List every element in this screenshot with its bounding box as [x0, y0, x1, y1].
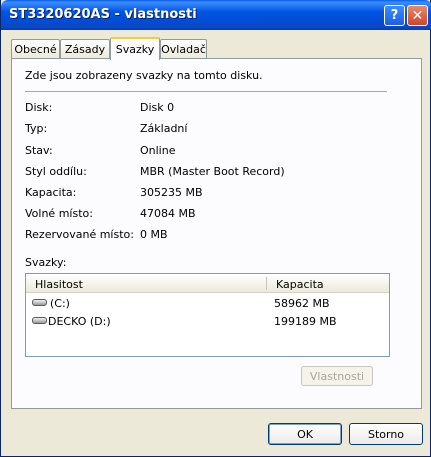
properties-dialog: ST3320620AS - vlastnosti ? ✕ Obecné Zása…: [0, 0, 431, 457]
column-divider[interactable]: [266, 277, 267, 290]
volumes-label: Svazky:: [25, 256, 67, 269]
type-label: Typ:: [25, 122, 48, 135]
ok-button[interactable]: OK: [268, 423, 342, 445]
capacity-label: Kapacita:: [25, 186, 77, 199]
tab-driver[interactable]: Ovladač: [160, 39, 207, 59]
tab-policies[interactable]: Zásady: [60, 39, 110, 59]
volumes-list[interactable]: Hlasitost Kapacita (C:) 58962 MB DECKO (…: [25, 273, 390, 357]
status-label: Stav:: [25, 144, 53, 157]
partition-style-label: Styl oddílu:: [25, 165, 87, 178]
free-space-label: Volné místo:: [25, 207, 93, 220]
list-item[interactable]: DECKO (D:) 199189 MB: [26, 312, 389, 330]
column-capacity[interactable]: Kapacita: [276, 278, 324, 291]
tab-volumes[interactable]: Svazky: [110, 37, 160, 60]
volume-name: DECKO (D:): [48, 315, 111, 328]
list-item[interactable]: (C:) 58962 MB: [26, 294, 389, 312]
intro-text: Zde jsou zobrazeny svazky na tomto disku…: [25, 69, 263, 82]
button-label: Vlastnosti: [309, 369, 365, 383]
type-value: Základní: [140, 122, 188, 135]
partition-style-value: MBR (Master Boot Record): [140, 165, 285, 178]
button-label: OK: [297, 427, 313, 441]
close-icon: ✕: [411, 7, 424, 24]
volume-properties-button[interactable]: Vlastnosti: [301, 366, 373, 386]
status-value: Online: [140, 144, 176, 157]
tab-label: Zásady: [64, 43, 106, 56]
tab-label: Svazky: [115, 43, 155, 56]
title-bar[interactable]: ST3320620AS - vlastnosti ? ✕: [1, 0, 431, 30]
help-button[interactable]: ?: [384, 5, 405, 26]
list-header: Hlasitost Kapacita: [26, 274, 389, 293]
window-title: ST3320620AS - vlastnosti: [9, 7, 197, 22]
separator: [25, 91, 387, 92]
close-button[interactable]: ✕: [407, 5, 428, 26]
volume-capacity: 58962 MB: [274, 297, 330, 310]
reserved-space-value: 0 MB: [140, 228, 168, 241]
button-label: Storno: [367, 427, 405, 441]
column-volume[interactable]: Hlasitost: [35, 278, 83, 291]
drive-icon: [32, 299, 47, 306]
volume-name: (C:): [50, 297, 70, 310]
tab-label: Obecné: [14, 43, 57, 56]
tab-general[interactable]: Obecné: [11, 39, 60, 59]
disk-label: Disk:: [25, 101, 53, 114]
drive-icon: [32, 317, 47, 324]
help-icon: ?: [390, 8, 399, 23]
tab-label: Ovladač: [161, 43, 206, 56]
disk-value: Disk 0: [140, 101, 175, 114]
free-space-value: 47084 MB: [140, 207, 196, 220]
cancel-button[interactable]: Storno: [349, 423, 423, 445]
capacity-value: 305235 MB: [140, 186, 203, 199]
reserved-space-label: Rezervované místo:: [25, 228, 134, 241]
volume-capacity: 199189 MB: [274, 315, 337, 328]
